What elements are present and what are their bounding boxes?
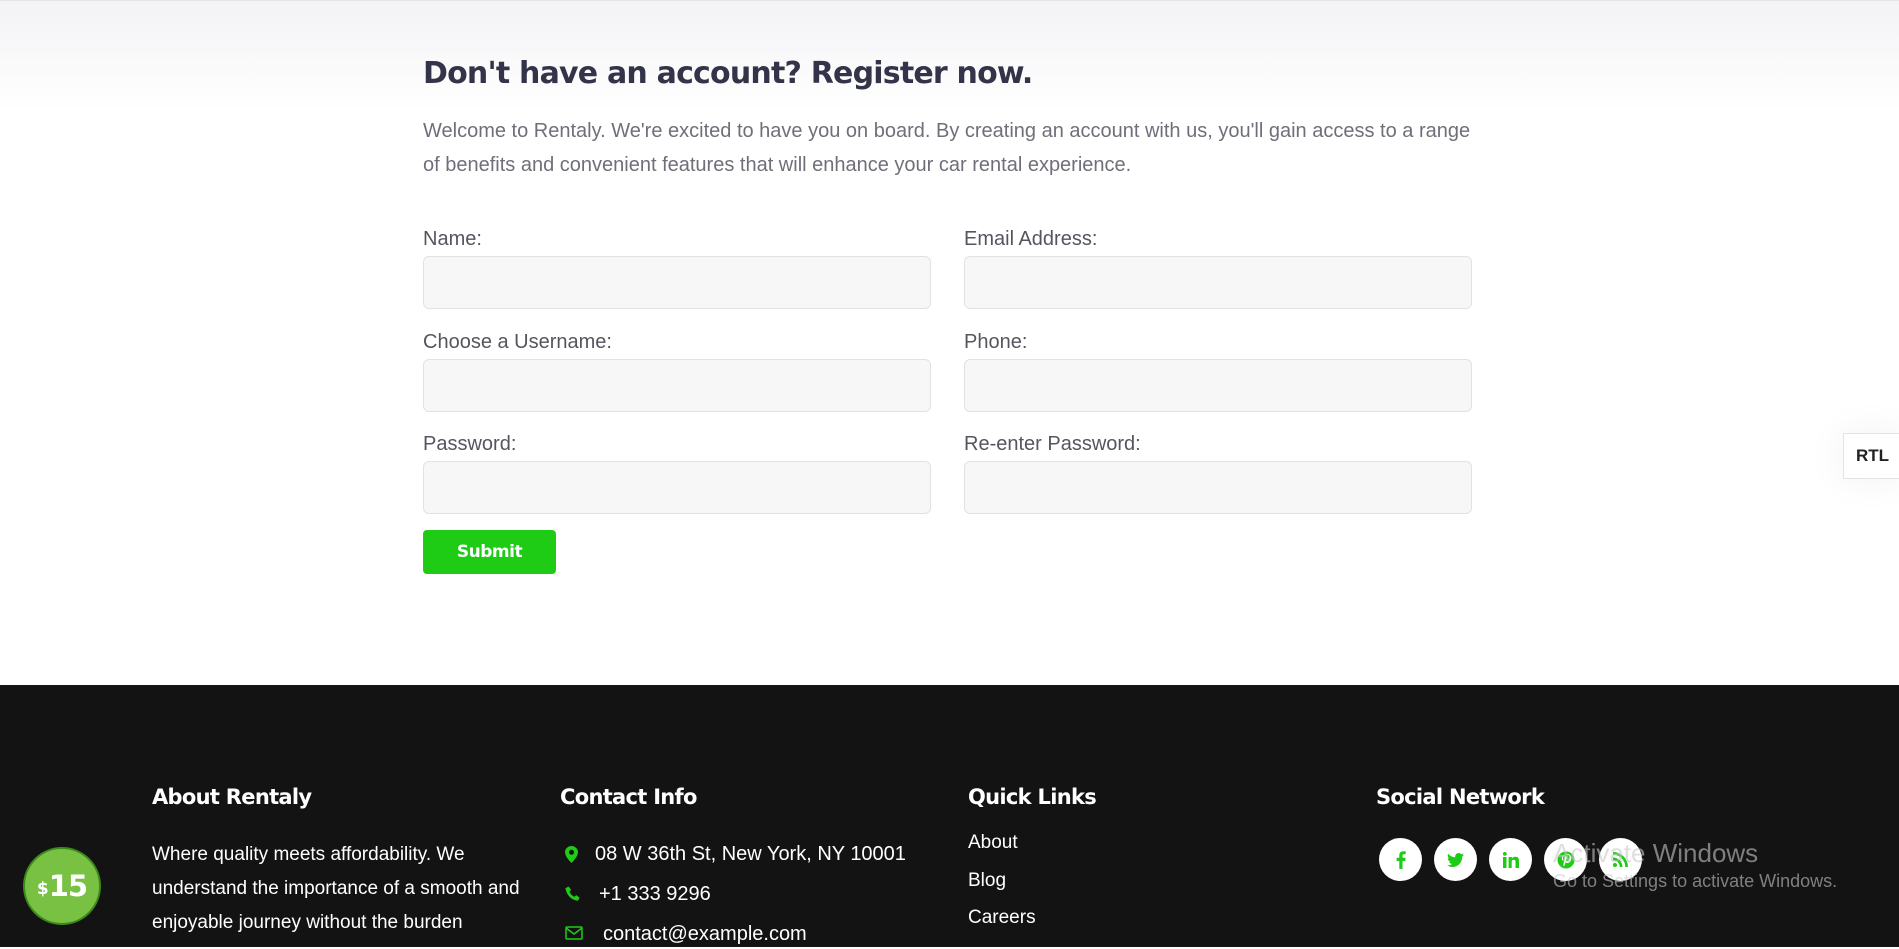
page-title: Don't have an account? Register now. bbox=[423, 56, 1033, 91]
address-text: 08 W 36th St, New York, NY 10001 bbox=[595, 843, 906, 865]
price-amount: 15 bbox=[48, 869, 88, 903]
repassword-label: Re-enter Password: bbox=[964, 433, 1141, 455]
contact-title: Contact Info bbox=[560, 785, 697, 809]
price-badge[interactable]: $15 bbox=[23, 847, 101, 925]
twitter-icon bbox=[1447, 852, 1464, 867]
phone-input[interactable] bbox=[964, 359, 1472, 412]
email-input[interactable] bbox=[964, 256, 1472, 309]
watermark-title: Activate Windows bbox=[1553, 838, 1759, 868]
phone-text[interactable]: +1 333 9296 bbox=[599, 879, 711, 909]
repassword-input[interactable] bbox=[964, 461, 1472, 514]
linkedin-icon bbox=[1502, 851, 1519, 868]
intro-text: Welcome to Rentaly. We're excited to hav… bbox=[423, 120, 1471, 176]
quick-links-title: Quick Links bbox=[968, 785, 1097, 809]
quick-link-careers[interactable]: Careers bbox=[968, 904, 1036, 932]
rtl-toggle-button[interactable]: RTL bbox=[1843, 433, 1899, 479]
email-text[interactable]: contact@example.com bbox=[603, 919, 807, 949]
phone-label: Phone: bbox=[964, 331, 1028, 353]
name-field-group: Name: bbox=[423, 224, 933, 309]
email-label: Email Address: bbox=[964, 228, 1098, 250]
quick-link-blog[interactable]: Blog bbox=[968, 867, 1006, 895]
footer: About Rentaly Where quality meets afford… bbox=[0, 685, 1899, 947]
social-title: Social Network bbox=[1376, 785, 1545, 809]
name-label: Name: bbox=[423, 228, 482, 250]
submit-button[interactable]: Submit bbox=[423, 530, 556, 574]
password-label: Password: bbox=[423, 433, 517, 455]
envelope-icon bbox=[565, 926, 583, 940]
name-input[interactable] bbox=[423, 256, 931, 309]
password-field-group: Password: bbox=[423, 429, 933, 514]
about-text: Where quality meets affordability. We un… bbox=[152, 844, 520, 933]
phone-icon bbox=[565, 886, 580, 901]
username-input[interactable] bbox=[423, 359, 931, 412]
watermark-subtitle: Go to Settings to activate Windows. bbox=[1553, 871, 1838, 891]
windows-activation-watermark: Activate Windows Go to Settings to activ… bbox=[1553, 838, 1837, 892]
username-field-group: Choose a Username: bbox=[423, 327, 933, 412]
facebook-button[interactable] bbox=[1379, 838, 1422, 881]
facebook-icon bbox=[1396, 850, 1406, 869]
twitter-button[interactable] bbox=[1434, 838, 1477, 881]
quick-link-about[interactable]: About bbox=[968, 829, 1018, 857]
email-field-group: Email Address: bbox=[964, 224, 1474, 309]
password-input[interactable] bbox=[423, 461, 931, 514]
linkedin-button[interactable] bbox=[1489, 838, 1532, 881]
price-currency: $ bbox=[36, 879, 49, 899]
username-label: Choose a Username: bbox=[423, 331, 612, 353]
about-title: About Rentaly bbox=[152, 785, 312, 809]
phone-field-group: Phone: bbox=[964, 327, 1474, 412]
map-marker-icon bbox=[565, 846, 578, 863]
register-section: Don't have an account? Register now. Wel… bbox=[423, 48, 1476, 182]
repassword-field-group: Re-enter Password: bbox=[964, 429, 1474, 514]
